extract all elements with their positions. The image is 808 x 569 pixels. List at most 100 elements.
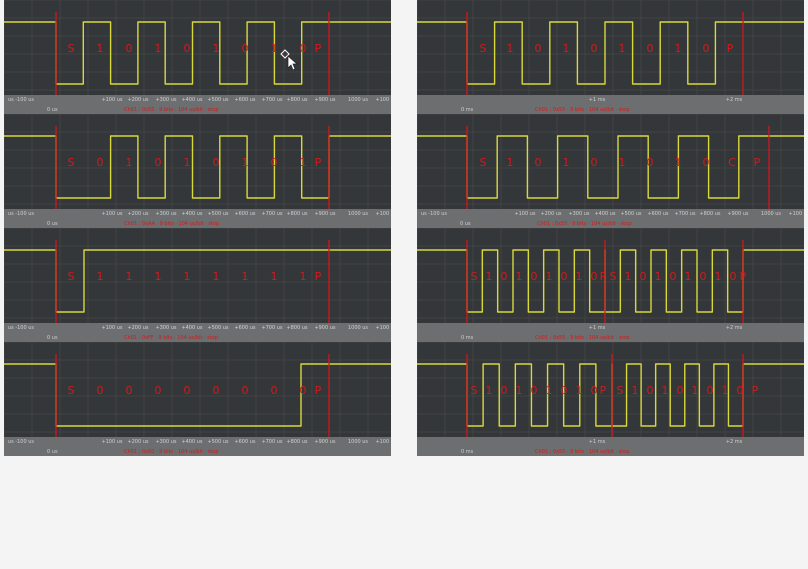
time-tick-label: +400 us — [181, 325, 202, 331]
time-tick-label: us -100 us — [8, 97, 34, 103]
decoded-bit-label: P — [600, 270, 607, 283]
time-tick-label: +300 us — [568, 211, 589, 217]
plot-area — [417, 0, 804, 95]
decoded-bit-label: 0 — [670, 270, 677, 283]
time-zero-label: 0 us — [47, 449, 58, 455]
time-tick-label: +600 us — [647, 211, 668, 217]
time-zero-label: 0 us — [47, 335, 58, 341]
time-tick-label: +400 us — [181, 211, 202, 217]
decoded-bit-label: 1 — [300, 156, 307, 169]
time-tick-label: +400 us — [594, 211, 615, 217]
decoded-bit-label: 0 — [647, 384, 654, 397]
decode-summary-line: Ch01 : 0x00 · 9 bits · 104 us/bit · stop — [124, 449, 219, 455]
decoded-bit-label: 0 — [591, 42, 598, 55]
time-tick-label: +600 us — [234, 211, 255, 217]
time-tick-label: 1000 us — [348, 325, 368, 331]
decoded-bit-label: C — [728, 156, 736, 169]
decoded-bit-label: 0 — [213, 156, 220, 169]
time-tick-label: +300 us — [155, 211, 176, 217]
decoded-bit-label: 1 — [155, 42, 162, 55]
decoded-bit-label: 0 — [707, 384, 714, 397]
decoded-bit-label: P — [315, 270, 322, 283]
decode-summary-line: Ch01 : 0x55 · 9 bits · 104 us/bit · stop — [535, 107, 630, 113]
time-tick-label: +400 us — [181, 439, 202, 445]
decoded-bit-label: 1 — [516, 384, 523, 397]
plot-area — [4, 114, 391, 209]
decoded-bit-label: 0 — [184, 42, 191, 55]
decoded-bit-label: 0 — [737, 384, 744, 397]
time-zero-label: 0 us — [460, 221, 471, 227]
decoded-bit-label: 0 — [535, 156, 542, 169]
decoded-bit-label: 1 — [675, 42, 682, 55]
decoded-bit-label: 0 — [531, 384, 538, 397]
decoded-bit-label: 1 — [242, 270, 249, 283]
decoded-bit-label: 0 — [703, 42, 710, 55]
decode-summary-line: Ch01 : 0xAA · 9 bits · 104 us/bit · stop — [124, 221, 219, 227]
time-tick-label: 1000 us — [348, 439, 368, 445]
decoded-bit-label: 1 — [715, 270, 722, 283]
time-tick-label: +200 us — [127, 97, 148, 103]
decoded-bit-label: 1 — [576, 384, 583, 397]
decoded-bit-label: S — [471, 384, 478, 397]
decode-summary-line: Ch01 : 0x55 · 9 bits · 104 us/bit · stop — [537, 221, 632, 227]
decoded-bit-label: 0 — [591, 270, 598, 283]
time-tick-label: us -100 us — [421, 211, 447, 217]
time-tick-label: +800 us — [286, 439, 307, 445]
decoded-bit-label: P — [315, 384, 322, 397]
time-tick-label: +700 us — [261, 325, 282, 331]
time-tick-label: +800 us — [286, 211, 307, 217]
decoded-bit-label: 0 — [591, 156, 598, 169]
scope-panel-bits-00000000[interactable]: S 0 0 0 0 0 0 0 0 Pus -100 us +100 us +200 us +300 u… — [4, 342, 391, 569]
decoded-bit-label: 1 — [546, 384, 553, 397]
time-zero-label: 0 us — [47, 221, 58, 227]
decoded-bit-label: 1 — [576, 270, 583, 283]
decoded-bit-label: 1 — [675, 156, 682, 169]
time-tick-label: +400 us — [181, 97, 202, 103]
decoded-bit-label: 0 — [591, 384, 598, 397]
decoded-bit-label: S — [610, 270, 617, 283]
time-tick-label: +2 ms — [726, 439, 743, 445]
time-tick-label: +100 us — [788, 211, 804, 217]
time-tick-label: +700 us — [261, 439, 282, 445]
time-tick-label: +500 us — [207, 325, 228, 331]
time-tick-label: +2 ms — [726, 325, 743, 331]
decoded-bit-label: 0 — [155, 384, 162, 397]
decoded-bit-label: 1 — [516, 270, 523, 283]
time-zero-label: 0 ms — [461, 107, 474, 113]
scope-canvas: S 0 0 0 0 0 0 0 0 Pus -100 us +100 us +200 us +300 u… — [4, 342, 391, 456]
decoded-bit-label: 0 — [501, 270, 508, 283]
time-tick-label: +200 us — [540, 211, 561, 217]
decoded-bit-label: P — [600, 384, 607, 397]
decoded-bit-label: 0 — [640, 270, 647, 283]
decoded-bit-label: 1 — [563, 42, 570, 55]
scope-canvas: S 1 0 1 0 1 0 1 0 P S 1 0 1 0 1 0 1 0 P+1 ms +2 ms0 ms Ch01 :… — [417, 342, 804, 456]
decoded-bit-label: 1 — [563, 156, 570, 169]
time-tick-label: +1 ms — [589, 97, 606, 103]
decoded-bit-label: 0 — [184, 384, 191, 397]
decoded-bit-label: 0 — [271, 384, 278, 397]
decoded-bit-label: 1 — [97, 270, 104, 283]
decoded-bit-label: 1 — [155, 270, 162, 283]
time-tick-label: +300 us — [155, 439, 176, 445]
decoded-bit-label: 0 — [126, 42, 133, 55]
decoded-bit-label: 0 — [242, 42, 249, 55]
time-tick-label: +200 us — [127, 325, 148, 331]
decoded-bit-label: 0 — [271, 156, 278, 169]
time-tick-label: +300 us — [155, 97, 176, 103]
decoded-bit-label: 0 — [300, 384, 307, 397]
decoded-bit-label: 1 — [213, 270, 220, 283]
time-tick-label: +1 ms — [589, 325, 606, 331]
time-tick-label: +500 us — [207, 97, 228, 103]
decoded-bit-label: 1 — [619, 156, 626, 169]
plot-area — [4, 0, 391, 95]
time-tick-label: +800 us — [286, 97, 307, 103]
time-tick-label: +700 us — [674, 211, 695, 217]
scope-panel-repeat-frames-b[interactable]: S 1 0 1 0 1 0 1 0 P S 1 0 1 0 1 0 1 0 P +1 ms +2 ms 0 ms Ch01 :… — [417, 342, 804, 569]
decoded-bit-label: S — [68, 270, 75, 283]
scope-canvas: S 1 0 1 0 1 0 1 0 C Pus -100 us +100 us +200 us +300 … — [417, 114, 804, 228]
time-tick-label: +200 us — [127, 211, 148, 217]
decoded-bit-label: S — [68, 42, 75, 55]
time-tick-label: us -100 us — [8, 211, 34, 217]
time-tick-label: +100 us — [375, 97, 391, 103]
time-zero-label: 0 ms — [461, 335, 474, 341]
